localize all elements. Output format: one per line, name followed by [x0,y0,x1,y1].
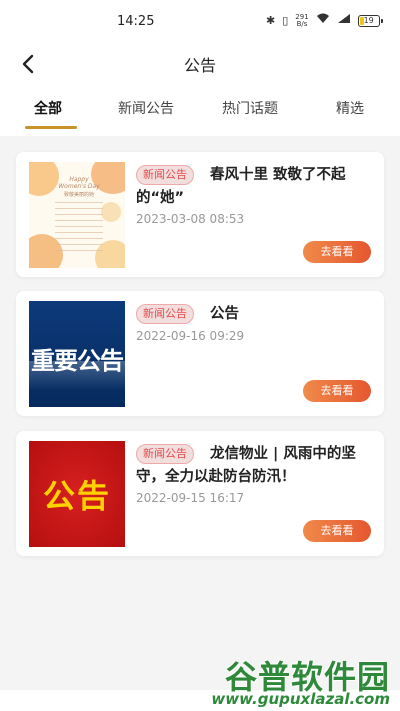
article-date: 2022-09-15 16:17 [136,491,245,505]
active-tab-indicator [25,126,77,129]
status-bar: 14:25 ✱ ▯ 291 B/s 19 [0,0,400,44]
battery-level: 19 [363,16,374,25]
network-speed-unit: B/s [296,20,308,28]
watermark-url: www.gupuxlazal.com [211,690,390,708]
news-badge: 新闻公告 [136,165,194,185]
tab-bar: 全部 新闻公告 热门话题 精选 [0,86,400,136]
view-button[interactable]: 去看看 [303,380,371,402]
status-icons: ✱ ▯ 291 B/s 19 [266,13,383,29]
tab-featured[interactable]: 精选 [336,98,364,118]
tab-news[interactable]: 新闻公告 [118,98,174,118]
bluetooth-icon: ✱ [266,14,276,27]
page-title: 公告 [183,56,216,75]
article-thumbnail: 公告 [29,441,125,547]
thumb-text-line: 致敬美丽的她 [63,192,94,198]
thumb-text-line: Happy [69,176,89,183]
article-card[interactable]: Happy Women's Day 致敬美丽的她 春风十里 致敬了不起的“她” … [16,152,384,277]
article-card[interactable]: 重要公告 公告 新闻公告 2022-09-16 09:29 去看看 [16,291,384,416]
watermark: 谷普软件园 www.gupuxlazal.com [208,652,394,710]
view-button[interactable]: 去看看 [303,241,371,263]
news-badge: 新闻公告 [136,444,194,464]
status-time: 14:25 [117,14,155,29]
view-button[interactable]: 去看看 [303,520,371,542]
tab-hot-topics[interactable]: 热门话题 [222,98,278,118]
article-card[interactable]: 公告 龙信物业 | 风雨中的坚守，全力以赴防台防汛！ 新闻公告 2022-09-… [16,431,384,556]
wifi-icon [316,13,330,29]
nav-bar: 公告 [0,44,400,86]
article-date: 2023-03-08 08:53 [136,212,245,226]
article-date: 2022-09-16 09:29 [136,329,245,343]
news-badge: 新闻公告 [136,304,194,324]
article-thumbnail: 重要公告 [29,301,125,407]
network-speed: 291 B/s [295,14,308,28]
battery-icon: 19 [357,15,383,27]
vibrate-icon: ▯ [282,14,289,27]
thumb-text: 公告 [42,477,111,515]
signal-icon [337,13,351,29]
article-thumbnail: Happy Women's Day 致敬美丽的她 [29,162,125,268]
thumb-text-line: Women's Day [58,183,100,190]
tab-all[interactable]: 全部 [34,98,62,118]
